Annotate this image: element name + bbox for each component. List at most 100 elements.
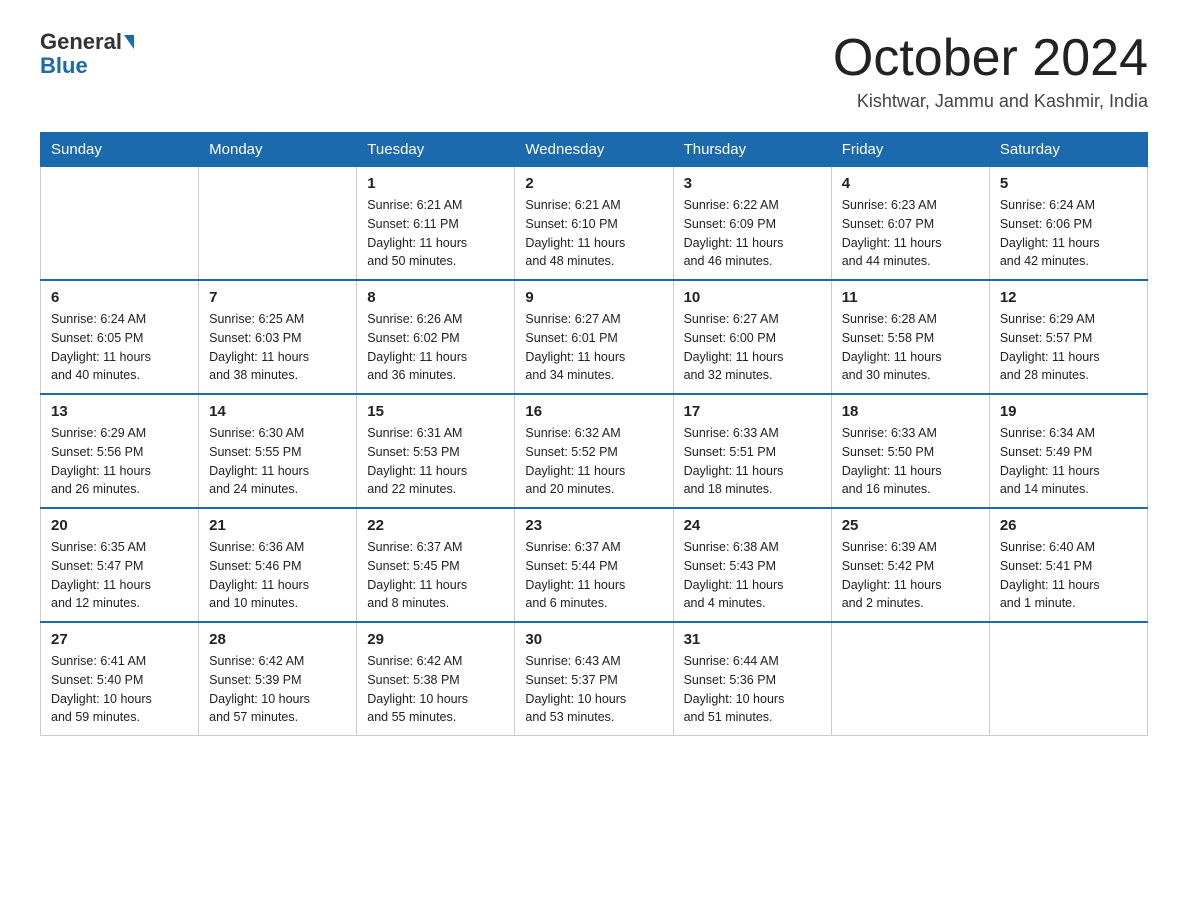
calendar-header-row: SundayMondayTuesdayWednesdayThursdayFrid… bbox=[41, 133, 1148, 167]
day-info: Sunrise: 6:30 AM Sunset: 5:55 PM Dayligh… bbox=[209, 424, 346, 499]
day-number: 4 bbox=[842, 175, 979, 192]
calendar-cell bbox=[989, 622, 1147, 736]
calendar-cell: 11 Sunrise: 6:28 AM Sunset: 5:58 PM Dayli… bbox=[831, 280, 989, 394]
calendar-cell: 29 Sunrise: 6:42 AM Sunset: 5:38 PM Dayli… bbox=[357, 622, 515, 736]
day-info: Sunrise: 6:37 AM Sunset: 5:44 PM Dayligh… bbox=[525, 538, 662, 613]
calendar-cell bbox=[199, 167, 357, 281]
day-info: Sunrise: 6:29 AM Sunset: 5:57 PM Dayligh… bbox=[1000, 310, 1137, 385]
calendar-cell: 4 Sunrise: 6:23 AM Sunset: 6:07 PM Daylig… bbox=[831, 167, 989, 281]
calendar-cell: 14 Sunrise: 6:30 AM Sunset: 5:55 PM Dayli… bbox=[199, 394, 357, 508]
day-number: 26 bbox=[1000, 517, 1137, 534]
title-block: October 2024 Kishtwar, Jammu and Kashmir… bbox=[833, 30, 1148, 112]
day-info: Sunrise: 6:28 AM Sunset: 5:58 PM Dayligh… bbox=[842, 310, 979, 385]
calendar-cell: 25 Sunrise: 6:39 AM Sunset: 5:42 PM Dayli… bbox=[831, 508, 989, 622]
day-number: 22 bbox=[367, 517, 504, 534]
calendar-cell: 27Sunrise: 6:41 AM Sunset: 5:40 PM Dayli… bbox=[41, 622, 199, 736]
day-number: 29 bbox=[367, 631, 504, 648]
calendar-cell: 13 Sunrise: 6:29 AM Sunset: 5:56 PM Dayli… bbox=[41, 394, 199, 508]
day-info: Sunrise: 6:42 AM Sunset: 5:39 PM Dayligh… bbox=[209, 652, 346, 727]
day-info: Sunrise: 6:21 AM Sunset: 6:10 PM Dayligh… bbox=[525, 196, 662, 271]
day-number: 1 bbox=[367, 175, 504, 192]
day-info: Sunrise: 6:27 AM Sunset: 6:00 PM Dayligh… bbox=[684, 310, 821, 385]
header-monday: Monday bbox=[199, 133, 357, 167]
calendar-cell: 23 Sunrise: 6:37 AM Sunset: 5:44 PM Dayli… bbox=[515, 508, 673, 622]
day-number: 31 bbox=[684, 631, 821, 648]
day-number: 28 bbox=[209, 631, 346, 648]
month-title: October 2024 bbox=[833, 30, 1148, 87]
calendar-cell: 18Sunrise: 6:33 AM Sunset: 5:50 PM Dayli… bbox=[831, 394, 989, 508]
day-number: 10 bbox=[684, 289, 821, 306]
header-thursday: Thursday bbox=[673, 133, 831, 167]
day-info: Sunrise: 6:38 AM Sunset: 5:43 PM Dayligh… bbox=[684, 538, 821, 613]
day-number: 18 bbox=[842, 403, 979, 420]
day-number: 7 bbox=[209, 289, 346, 306]
day-number: 11 bbox=[842, 289, 979, 306]
day-number: 8 bbox=[367, 289, 504, 306]
calendar-table: SundayMondayTuesdayWednesdayThursdayFrid… bbox=[40, 132, 1148, 736]
day-info: Sunrise: 6:27 AM Sunset: 6:01 PM Dayligh… bbox=[525, 310, 662, 385]
day-number: 12 bbox=[1000, 289, 1137, 306]
day-number: 2 bbox=[525, 175, 662, 192]
day-number: 23 bbox=[525, 517, 662, 534]
calendar-cell: 3Sunrise: 6:22 AM Sunset: 6:09 PM Daylig… bbox=[673, 167, 831, 281]
day-info: Sunrise: 6:34 AM Sunset: 5:49 PM Dayligh… bbox=[1000, 424, 1137, 499]
logo-blue: Blue bbox=[40, 54, 88, 78]
calendar-cell: 31 Sunrise: 6:44 AM Sunset: 5:36 PM Dayli… bbox=[673, 622, 831, 736]
calendar-cell: 21Sunrise: 6:36 AM Sunset: 5:46 PM Dayli… bbox=[199, 508, 357, 622]
day-number: 25 bbox=[842, 517, 979, 534]
day-info: Sunrise: 6:36 AM Sunset: 5:46 PM Dayligh… bbox=[209, 538, 346, 613]
calendar-cell: 30Sunrise: 6:43 AM Sunset: 5:37 PM Dayli… bbox=[515, 622, 673, 736]
calendar-week-row: 20Sunrise: 6:35 AM Sunset: 5:47 PM Dayli… bbox=[41, 508, 1148, 622]
day-info: Sunrise: 6:31 AM Sunset: 5:53 PM Dayligh… bbox=[367, 424, 504, 499]
day-info: Sunrise: 6:24 AM Sunset: 6:05 PM Dayligh… bbox=[51, 310, 188, 385]
calendar-cell: 17 Sunrise: 6:33 AM Sunset: 5:51 PM Dayli… bbox=[673, 394, 831, 508]
day-number: 24 bbox=[684, 517, 821, 534]
day-info: Sunrise: 6:44 AM Sunset: 5:36 PM Dayligh… bbox=[684, 652, 821, 727]
calendar-cell: 12 Sunrise: 6:29 AM Sunset: 5:57 PM Dayli… bbox=[989, 280, 1147, 394]
day-info: Sunrise: 6:22 AM Sunset: 6:09 PM Dayligh… bbox=[684, 196, 821, 271]
day-info: Sunrise: 6:39 AM Sunset: 5:42 PM Dayligh… bbox=[842, 538, 979, 613]
calendar-cell: 1Sunrise: 6:21 AM Sunset: 6:11 PM Daylig… bbox=[357, 167, 515, 281]
day-info: Sunrise: 6:40 AM Sunset: 5:41 PM Dayligh… bbox=[1000, 538, 1137, 613]
calendar-cell: 6 Sunrise: 6:24 AM Sunset: 6:05 PM Daylig… bbox=[41, 280, 199, 394]
calendar-cell: 26 Sunrise: 6:40 AM Sunset: 5:41 PM Dayli… bbox=[989, 508, 1147, 622]
day-number: 13 bbox=[51, 403, 188, 420]
day-number: 20 bbox=[51, 517, 188, 534]
calendar-cell: 15 Sunrise: 6:31 AM Sunset: 5:53 PM Dayli… bbox=[357, 394, 515, 508]
calendar-cell: 28 Sunrise: 6:42 AM Sunset: 5:39 PM Dayli… bbox=[199, 622, 357, 736]
header-wednesday: Wednesday bbox=[515, 133, 673, 167]
logo-general: General bbox=[40, 30, 122, 54]
header-saturday: Saturday bbox=[989, 133, 1147, 167]
day-number: 30 bbox=[525, 631, 662, 648]
day-number: 6 bbox=[51, 289, 188, 306]
header-friday: Friday bbox=[831, 133, 989, 167]
day-number: 14 bbox=[209, 403, 346, 420]
calendar-week-row: 6 Sunrise: 6:24 AM Sunset: 6:05 PM Daylig… bbox=[41, 280, 1148, 394]
day-info: Sunrise: 6:37 AM Sunset: 5:45 PM Dayligh… bbox=[367, 538, 504, 613]
calendar-cell: 22 Sunrise: 6:37 AM Sunset: 5:45 PM Dayli… bbox=[357, 508, 515, 622]
calendar-cell: 20Sunrise: 6:35 AM Sunset: 5:47 PM Dayli… bbox=[41, 508, 199, 622]
day-info: Sunrise: 6:42 AM Sunset: 5:38 PM Dayligh… bbox=[367, 652, 504, 727]
day-number: 15 bbox=[367, 403, 504, 420]
day-number: 16 bbox=[525, 403, 662, 420]
calendar-cell: 5Sunrise: 6:24 AM Sunset: 6:06 PM Daylig… bbox=[989, 167, 1147, 281]
day-number: 5 bbox=[1000, 175, 1137, 192]
day-info: Sunrise: 6:29 AM Sunset: 5:56 PM Dayligh… bbox=[51, 424, 188, 499]
header-sunday: Sunday bbox=[41, 133, 199, 167]
calendar-cell: 10 Sunrise: 6:27 AM Sunset: 6:00 PM Dayli… bbox=[673, 280, 831, 394]
logo-triangle-icon bbox=[124, 35, 134, 49]
day-info: Sunrise: 6:33 AM Sunset: 5:51 PM Dayligh… bbox=[684, 424, 821, 499]
day-number: 27 bbox=[51, 631, 188, 648]
calendar-week-row: 27Sunrise: 6:41 AM Sunset: 5:40 PM Dayli… bbox=[41, 622, 1148, 736]
logo: General Blue bbox=[40, 30, 134, 78]
day-info: Sunrise: 6:32 AM Sunset: 5:52 PM Dayligh… bbox=[525, 424, 662, 499]
calendar-cell: 16 Sunrise: 6:32 AM Sunset: 5:52 PM Dayli… bbox=[515, 394, 673, 508]
calendar-cell: 7Sunrise: 6:25 AM Sunset: 6:03 PM Daylig… bbox=[199, 280, 357, 394]
day-number: 17 bbox=[684, 403, 821, 420]
calendar-week-row: 13 Sunrise: 6:29 AM Sunset: 5:56 PM Dayli… bbox=[41, 394, 1148, 508]
calendar-cell: 2 Sunrise: 6:21 AM Sunset: 6:10 PM Daylig… bbox=[515, 167, 673, 281]
calendar-cell: 9Sunrise: 6:27 AM Sunset: 6:01 PM Daylig… bbox=[515, 280, 673, 394]
calendar-cell: 8Sunrise: 6:26 AM Sunset: 6:02 PM Daylig… bbox=[357, 280, 515, 394]
day-info: Sunrise: 6:23 AM Sunset: 6:07 PM Dayligh… bbox=[842, 196, 979, 271]
header-tuesday: Tuesday bbox=[357, 133, 515, 167]
